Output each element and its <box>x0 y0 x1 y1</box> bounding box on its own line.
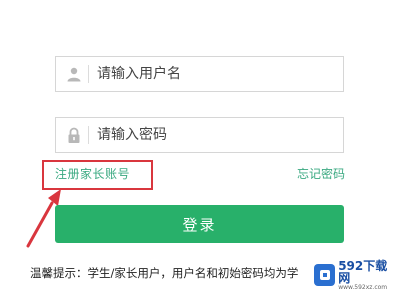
username-field[interactable] <box>55 56 344 92</box>
watermark-logo: 592下载网 www.592xz.com <box>312 259 397 291</box>
field-divider <box>88 65 89 83</box>
lock-icon <box>60 118 88 152</box>
password-field[interactable] <box>55 117 344 153</box>
register-parent-account-link[interactable]: 注册家长账号 <box>55 165 130 182</box>
logo-icon <box>314 264 336 286</box>
field-divider <box>88 126 89 144</box>
watermark-url: www.592xz.com <box>338 283 388 291</box>
user-icon <box>60 57 88 91</box>
password-input[interactable] <box>97 118 343 152</box>
login-button[interactable]: 登录 <box>55 205 344 243</box>
watermark-title: 592下载网 <box>338 258 388 285</box>
username-input[interactable] <box>97 57 343 91</box>
hint-text: 温馨提示：学生/家长用户，用户名和初始密码均为学 <box>30 266 299 280</box>
forgot-password-link[interactable]: 忘记密码 <box>297 165 345 182</box>
